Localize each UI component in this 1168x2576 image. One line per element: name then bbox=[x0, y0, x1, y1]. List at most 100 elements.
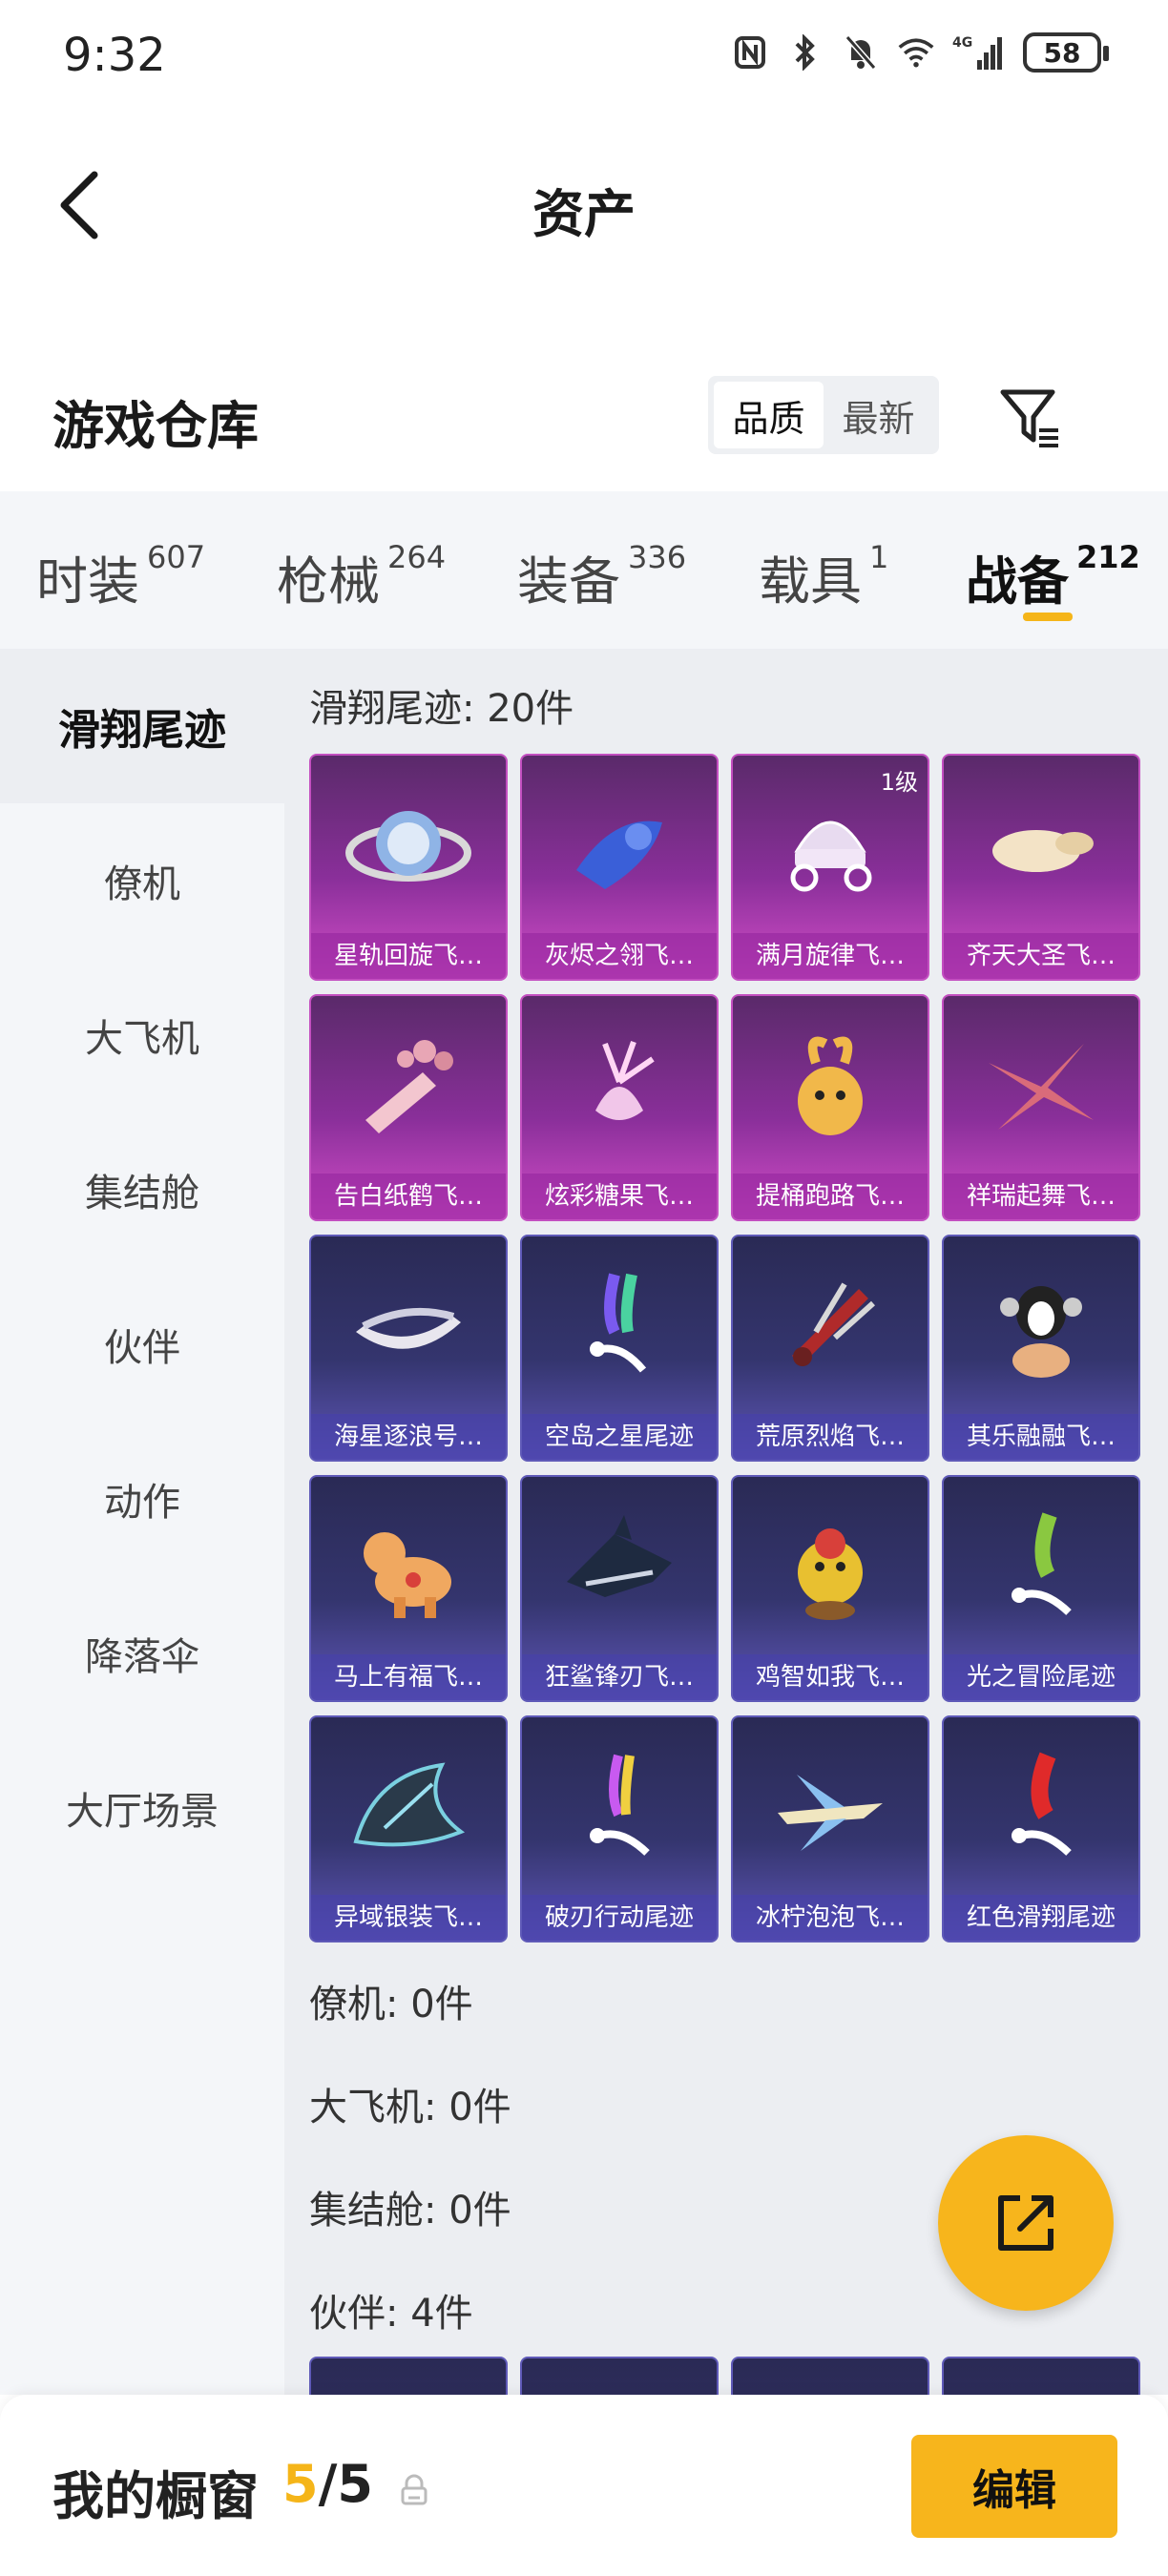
side-item-partner[interactable]: 伙伴 bbox=[0, 1267, 284, 1422]
section-wingman: 僚机: 0件 bbox=[309, 1983, 473, 2026]
header: 资产 bbox=[0, 134, 1168, 277]
item-card[interactable]: 冰柠泡泡飞… bbox=[731, 1715, 929, 1942]
item-card[interactable]: 鸡智如我飞… bbox=[731, 1475, 929, 1702]
tab-count: 607 bbox=[147, 539, 206, 575]
sort-newest-button[interactable]: 最新 bbox=[824, 382, 933, 448]
partner-card[interactable] bbox=[520, 2357, 719, 2395]
item-art bbox=[944, 1717, 1138, 1899]
tab-vehicles[interactable]: 载具 1 bbox=[759, 539, 888, 614]
side-item-parachute[interactable]: 降落伞 bbox=[0, 1576, 284, 1731]
warehouse-row: 游戏仓库 品质 最新 bbox=[0, 363, 1168, 477]
item-name: 破刃行动尾迹 bbox=[522, 1895, 717, 1941]
item-art bbox=[733, 2358, 928, 2395]
item-name: 告白纸鹤飞… bbox=[311, 1174, 506, 1219]
tab-firearms[interactable]: 枪械 264 bbox=[277, 539, 446, 614]
item-art bbox=[733, 996, 928, 1177]
tab-equipment[interactable]: 装备 336 bbox=[517, 539, 686, 614]
item-name: 齐天大圣飞… bbox=[944, 933, 1138, 979]
tab-label: 时装 bbox=[36, 551, 139, 612]
side-item-lobby-scene[interactable]: 大厅场景 bbox=[0, 1731, 284, 1885]
item-card[interactable]: 灰烬之翎飞… bbox=[520, 754, 719, 981]
filter-icon bbox=[1000, 389, 1058, 447]
tab-count: 336 bbox=[628, 539, 687, 575]
item-art bbox=[311, 1477, 506, 1658]
section-partner: 伙伴: 4件 bbox=[309, 2292, 473, 2336]
item-card[interactable]: 马上有福飞… bbox=[309, 1475, 508, 1702]
item-art bbox=[311, 1717, 506, 1899]
item-art bbox=[311, 2358, 506, 2395]
edit-button[interactable]: 编辑 bbox=[911, 2435, 1117, 2538]
sort-toggle: 品质 最新 bbox=[708, 376, 939, 454]
partner-card[interactable] bbox=[942, 2357, 1140, 2395]
item-name: 海星逐浪号… bbox=[311, 1414, 506, 1460]
share-external-icon bbox=[998, 2195, 1053, 2251]
item-name: 红色滑翔尾迹 bbox=[944, 1895, 1138, 1941]
item-card[interactable]: 星轨回旋飞… bbox=[309, 754, 508, 981]
bluetooth-icon bbox=[786, 33, 824, 72]
item-card[interactable]: 红色滑翔尾迹 bbox=[942, 1715, 1140, 1942]
side-item-emote[interactable]: 动作 bbox=[0, 1422, 284, 1576]
item-art bbox=[311, 756, 506, 937]
tab-battle-prep[interactable]: 战备 212 bbox=[966, 539, 1140, 614]
item-card[interactable]: 1级 满月旋律飞… bbox=[731, 754, 929, 981]
item-name: 鸡智如我飞… bbox=[733, 1654, 928, 1700]
item-name: 灰烬之翎飞… bbox=[522, 933, 717, 979]
section-glide-trail: 滑翔尾迹: 20件 bbox=[309, 687, 574, 731]
filter-button[interactable] bbox=[992, 380, 1069, 456]
tab-label: 战备 bbox=[966, 551, 1069, 612]
item-art bbox=[944, 996, 1138, 1177]
partner-card[interactable] bbox=[731, 2357, 929, 2395]
partner-card[interactable] bbox=[309, 2357, 508, 2395]
item-card[interactable]: 空岛之星尾迹 bbox=[520, 1235, 719, 1462]
tab-count: 212 bbox=[1076, 539, 1140, 575]
item-card[interactable]: 齐天大圣飞… bbox=[942, 754, 1140, 981]
bottom-bar: 我的橱窗 5/5 编辑 bbox=[0, 2395, 1168, 2576]
active-tab-indicator bbox=[1023, 613, 1073, 621]
tab-count: 1 bbox=[869, 539, 889, 575]
item-card[interactable]: 提桶跑路飞… bbox=[731, 994, 929, 1221]
item-card[interactable]: 异域银装飞… bbox=[309, 1715, 508, 1942]
item-card[interactable]: 狂鲨锋刃飞… bbox=[520, 1475, 719, 1702]
status-time: 9:32 bbox=[63, 29, 166, 82]
item-art bbox=[944, 756, 1138, 937]
item-art bbox=[944, 1236, 1138, 1418]
item-level-badge: 1级 bbox=[880, 769, 918, 796]
item-card[interactable]: 光之冒险尾迹 bbox=[942, 1475, 1140, 1702]
side-item-wingman[interactable]: 僚机 bbox=[0, 803, 284, 958]
item-art bbox=[522, 1236, 717, 1418]
sort-quality-button[interactable]: 品质 bbox=[714, 382, 824, 448]
side-item-assembly-pod[interactable]: 集结舱 bbox=[0, 1112, 284, 1267]
network-type: 4G bbox=[952, 35, 972, 51]
side-nav: 滑翔尾迹 僚机 大飞机 集结舱 伙伴 动作 降落伞 大厅场景 bbox=[0, 649, 284, 2395]
item-art bbox=[522, 996, 717, 1177]
page-title: 资产 bbox=[532, 184, 636, 244]
item-name: 祥瑞起舞飞… bbox=[944, 1174, 1138, 1219]
side-item-glide-trail[interactable]: 滑翔尾迹 bbox=[0, 649, 284, 803]
category-tabs: 时装 607 枪械 264 装备 336 载具 1 战备 212 bbox=[0, 491, 1168, 649]
showcase-max: 5 bbox=[337, 2454, 373, 2514]
item-card[interactable]: 炫彩糖果飞… bbox=[520, 994, 719, 1221]
item-card[interactable]: 其乐融融飞… bbox=[942, 1235, 1140, 1462]
content-panel: 滑翔尾迹: 20件 星轨回旋飞… 灰烬之翎飞… 1级 满月旋律飞… 齐天大圣飞… 告白纸鹤… bbox=[284, 649, 1168, 2395]
item-card[interactable]: 祥瑞起舞飞… bbox=[942, 994, 1140, 1221]
side-item-big-plane[interactable]: 大飞机 bbox=[0, 958, 284, 1112]
item-art bbox=[733, 1236, 928, 1418]
tab-label: 载具 bbox=[759, 551, 862, 612]
item-name: 狂鲨锋刃飞… bbox=[522, 1654, 717, 1700]
mute-bell-icon bbox=[842, 33, 880, 72]
showcase-count: 5/5 bbox=[282, 2454, 373, 2514]
item-art bbox=[733, 1477, 928, 1658]
item-name: 空岛之星尾迹 bbox=[522, 1414, 717, 1460]
battery-indicator: 58 bbox=[1023, 32, 1109, 73]
item-card[interactable]: 破刃行动尾迹 bbox=[520, 1715, 719, 1942]
item-card[interactable]: 海星逐浪号… bbox=[309, 1235, 508, 1462]
showcase-current: 5 bbox=[282, 2454, 319, 2514]
item-card[interactable]: 告白纸鹤飞… bbox=[309, 994, 508, 1221]
item-name: 炫彩糖果飞… bbox=[522, 1174, 717, 1219]
tab-fashion[interactable]: 时装 607 bbox=[36, 539, 205, 614]
item-card[interactable]: 荒原烈焰飞… bbox=[731, 1235, 929, 1462]
nfc-icon bbox=[731, 33, 769, 72]
share-fab[interactable] bbox=[938, 2135, 1114, 2311]
item-art bbox=[522, 756, 717, 937]
tab-count: 264 bbox=[387, 539, 447, 575]
